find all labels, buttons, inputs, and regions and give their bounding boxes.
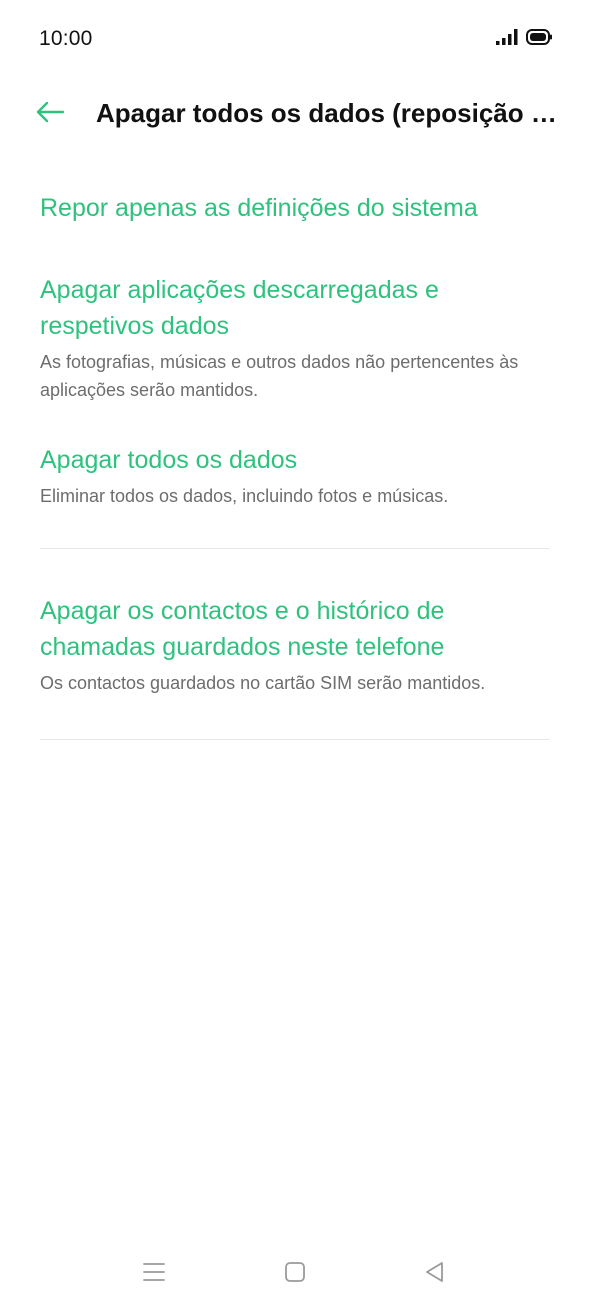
option-title: Apagar todos os dados xyxy=(40,446,298,474)
back-triangle-icon xyxy=(423,1260,445,1289)
option-erase-downloaded-apps[interactable]: Apagar aplicações descarregadas e respet… xyxy=(40,226,550,404)
option-title: Apagar aplicações descarregadas e respet… xyxy=(40,276,439,340)
arrow-left-icon xyxy=(35,100,65,129)
option-reset-system-settings[interactable]: Repor apenas as definições do sistema xyxy=(40,150,550,226)
back-nav-button[interactable] xyxy=(412,1252,456,1296)
menu-icon xyxy=(142,1261,166,1288)
recent-apps-button[interactable] xyxy=(132,1252,176,1296)
signal-icon xyxy=(496,29,518,50)
back-button[interactable] xyxy=(28,92,72,136)
page-title: Apagar todos os dados (reposição de... xyxy=(96,98,558,128)
header: Apagar todos os dados (reposição de... xyxy=(0,78,590,150)
option-subtitle: As fotografias, músicas e outros dados n… xyxy=(40,352,519,400)
option-erase-all-data[interactable]: Apagar todos os dados Eliminar todos os … xyxy=(40,404,550,548)
home-button[interactable] xyxy=(273,1252,317,1296)
status-time: 10:00 xyxy=(39,27,93,50)
battery-icon xyxy=(526,29,552,50)
divider xyxy=(40,739,550,740)
option-title: Apagar os contactos e o histórico de cha… xyxy=(40,597,445,661)
status-bar: 10:00 xyxy=(0,0,590,78)
option-title: Repor apenas as definições do sistema xyxy=(40,194,478,222)
option-subtitle: Os contactos guardados no cartão SIM ser… xyxy=(40,673,486,693)
option-erase-contacts-call-history[interactable]: Apagar os contactos e o histórico de cha… xyxy=(40,549,550,739)
option-subtitle: Eliminar todos os dados, incluindo fotos… xyxy=(40,486,449,506)
home-icon xyxy=(284,1261,306,1288)
options-list: Repor apenas as definições do sistema Ap… xyxy=(40,150,550,740)
navigation-bar xyxy=(0,1240,590,1312)
status-icons xyxy=(496,29,552,50)
